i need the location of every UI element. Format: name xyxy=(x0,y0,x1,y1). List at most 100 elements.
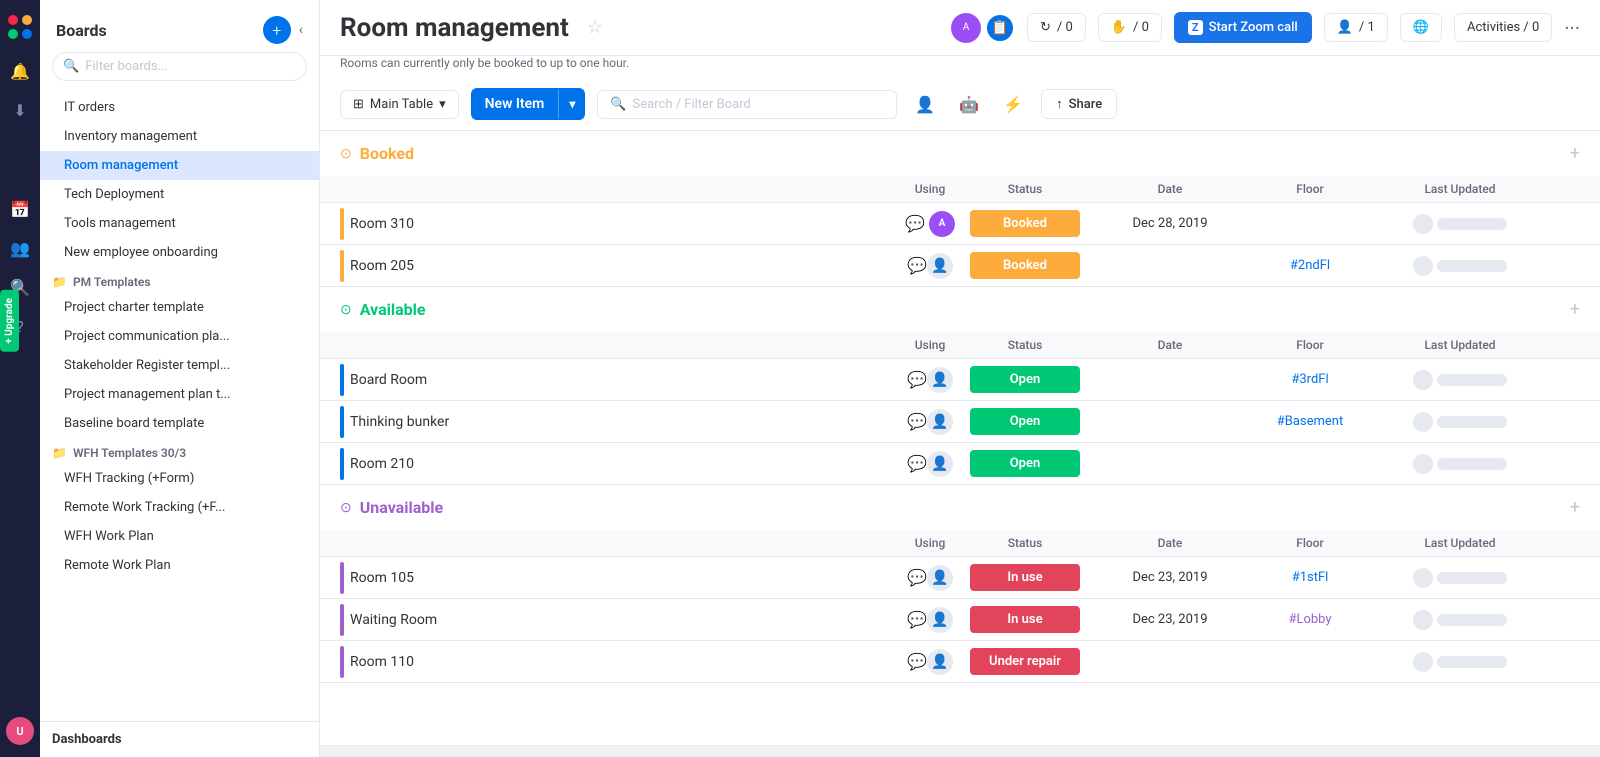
new-item-button[interactable]: New Item ▾ xyxy=(471,88,586,120)
sidebar-footer-dashboards[interactable]: Dashboards xyxy=(40,721,319,757)
add-row-button-booked[interactable]: + xyxy=(1570,143,1580,164)
download-icon[interactable]: ⬇ xyxy=(13,101,26,120)
app-logo[interactable] xyxy=(5,12,35,42)
cell-floor[interactable]: #3rdFl xyxy=(1250,372,1370,387)
sidebar-item-stakeholder[interactable]: Stakeholder Register templ... xyxy=(40,351,319,380)
chat-icon[interactable]: 💬 xyxy=(907,454,927,473)
room-name[interactable]: Room 110 xyxy=(350,654,414,670)
chat-icon[interactable]: 💬 xyxy=(907,370,927,389)
sidebar-item-baseline[interactable]: Baseline board template xyxy=(40,409,319,438)
sidebar-item-wfh-plan[interactable]: WFH Work Plan xyxy=(40,522,319,551)
cell-using: 💬 👤 xyxy=(900,253,960,279)
chat-icon[interactable]: 💬 xyxy=(907,256,927,275)
chat-icon[interactable]: 💬 xyxy=(907,568,927,587)
sidebar-item-proj-mgmt-plan[interactable]: Project management plan t... xyxy=(40,380,319,409)
room-name[interactable]: Thinking bunker xyxy=(350,414,449,430)
filter-icon[interactable]: ⚡ xyxy=(997,91,1029,118)
favorite-icon[interactable]: ☆ xyxy=(587,17,603,38)
sidebar-item-tools-management[interactable]: Tools management xyxy=(40,209,319,238)
room-name[interactable]: Board Room xyxy=(350,372,427,388)
horizontal-scrollbar[interactable] xyxy=(320,745,1600,757)
refresh-count-button[interactable]: ↻ / 0 xyxy=(1027,13,1086,42)
sidebar-item-wfh-tracking[interactable]: WFH Tracking (+Form) xyxy=(40,464,319,493)
group-title-unavailable[interactable]: Unavailable xyxy=(360,498,443,517)
group-chevron-booked[interactable]: ⊙ xyxy=(340,146,352,162)
sidebar-item-it-orders[interactable]: IT orders xyxy=(40,93,319,122)
globe-icon-btn[interactable]: 🌐 xyxy=(1400,13,1442,42)
group-chevron-available[interactable]: ⊙ xyxy=(340,302,352,318)
topbar-icon-btn[interactable]: 📋 xyxy=(985,13,1015,43)
room-name[interactable]: Room 105 xyxy=(350,570,414,586)
add-row-button-unavailable[interactable]: + xyxy=(1570,497,1580,518)
status-badge[interactable]: In use xyxy=(970,564,1080,591)
chat-icon[interactable]: 💬 xyxy=(907,652,927,671)
sidebar-item-remote-plan[interactable]: Remote Work Plan xyxy=(40,551,319,580)
cell-floor[interactable]: #Lobby xyxy=(1250,612,1370,627)
chat-icon[interactable]: 💬 xyxy=(907,412,927,431)
room-name[interactable]: Room 205 xyxy=(350,258,414,274)
filter-boards-input[interactable]: 🔍 Filter boards... xyxy=(52,52,307,81)
activities-button[interactable]: Activities / 0 xyxy=(1454,13,1552,42)
updated-circle xyxy=(1413,652,1433,672)
user-icon: 👤 xyxy=(927,367,953,393)
cell-floor[interactable]: #1stFl xyxy=(1250,570,1370,585)
col-date: Date xyxy=(1090,176,1250,202)
user-avatar-cell[interactable]: A xyxy=(929,211,955,237)
sidebar-section-pm-templates[interactable]: 📁 PM Templates xyxy=(40,267,319,293)
group-chevron-unavailable[interactable]: ⊙ xyxy=(340,500,352,516)
status-badge[interactable]: Open xyxy=(970,408,1080,435)
status-badge[interactable]: In use xyxy=(970,606,1080,633)
color-bar xyxy=(340,448,344,480)
user-avatar[interactable]: U xyxy=(6,717,34,745)
hand-count-button[interactable]: ✋ / 0 xyxy=(1098,13,1162,42)
status-badge[interactable]: Open xyxy=(970,450,1080,477)
sidebar-item-room-management[interactable]: Room management xyxy=(40,151,319,180)
calendar-icon[interactable]: 📅 xyxy=(10,200,30,219)
group-header-booked: ⊙ Booked + xyxy=(320,131,1600,176)
cell-using: 💬 👤 xyxy=(900,409,960,435)
col-last-updated: Last Updated xyxy=(1370,332,1550,358)
col-last-updated: Last Updated xyxy=(1370,176,1550,202)
sidebar-item-new-employee[interactable]: New employee onboarding xyxy=(40,238,319,267)
chat-icon[interactable]: 💬 xyxy=(905,214,925,233)
view-selector-button[interactable]: ⊞ Main Table ▾ xyxy=(340,90,459,119)
room-name[interactable]: Waiting Room xyxy=(350,612,437,628)
room-name[interactable]: Room 210 xyxy=(350,456,414,472)
group-title-booked[interactable]: Booked xyxy=(360,144,414,163)
team-icon[interactable]: 👥 xyxy=(10,239,30,258)
robot-icon[interactable]: 🤖 xyxy=(953,91,985,118)
collapse-sidebar-button[interactable]: ‹ xyxy=(299,22,303,38)
bell-icon[interactable]: 🔔 xyxy=(10,62,30,81)
sidebar-item-project-charter[interactable]: Project charter template xyxy=(40,293,319,322)
new-item-dropdown-arrow[interactable]: ▾ xyxy=(558,89,585,119)
row-name-cell: Room 205 xyxy=(340,246,900,286)
color-bar xyxy=(340,406,344,438)
cell-floor[interactable]: #Basement xyxy=(1250,414,1370,429)
user-avatar-topbar[interactable]: A xyxy=(951,13,981,43)
room-name[interactable]: Room 310 xyxy=(350,216,414,232)
search-filter-board[interactable]: 🔍 Search / Filter Board xyxy=(597,90,897,119)
status-badge[interactable]: Booked xyxy=(970,252,1080,279)
sidebar-item-inventory[interactable]: Inventory management xyxy=(40,122,319,151)
upgrade-button[interactable]: + Upgrade xyxy=(0,290,19,352)
sidebar-section-wfh-templates[interactable]: 📁 WFH Templates 30/3 xyxy=(40,438,319,464)
persons-count-button[interactable]: 👤 / 1 xyxy=(1324,13,1388,42)
cell-floor[interactable]: #2ndFl xyxy=(1250,258,1370,273)
new-item-label: New Item xyxy=(471,88,559,120)
chat-icon[interactable]: 💬 xyxy=(907,610,927,629)
add-board-button[interactable]: + xyxy=(263,16,291,44)
status-badge[interactable]: Open xyxy=(970,366,1080,393)
add-row-button-available[interactable]: + xyxy=(1570,299,1580,320)
sidebar-item-project-comm[interactable]: Project communication pla... xyxy=(40,322,319,351)
more-options-button[interactable]: ··· xyxy=(1564,16,1580,40)
cell-date: Dec 28, 2019 xyxy=(1090,216,1250,231)
zoom-call-button[interactable]: Z Start Zoom call xyxy=(1174,12,1312,43)
sidebar-item-remote-tracking[interactable]: Remote Work Tracking (+F... xyxy=(40,493,319,522)
person-filter-icon[interactable]: 👤 xyxy=(909,91,941,118)
table-row: Room 205 💬 👤 Booked #2ndFl xyxy=(320,245,1600,287)
share-button[interactable]: ↑ Share xyxy=(1041,89,1117,119)
sidebar-item-tech-deployment[interactable]: Tech Deployment xyxy=(40,180,319,209)
status-badge[interactable]: Under repair xyxy=(970,648,1080,675)
group-title-available[interactable]: Available xyxy=(360,300,426,319)
status-badge[interactable]: Booked xyxy=(970,210,1080,237)
